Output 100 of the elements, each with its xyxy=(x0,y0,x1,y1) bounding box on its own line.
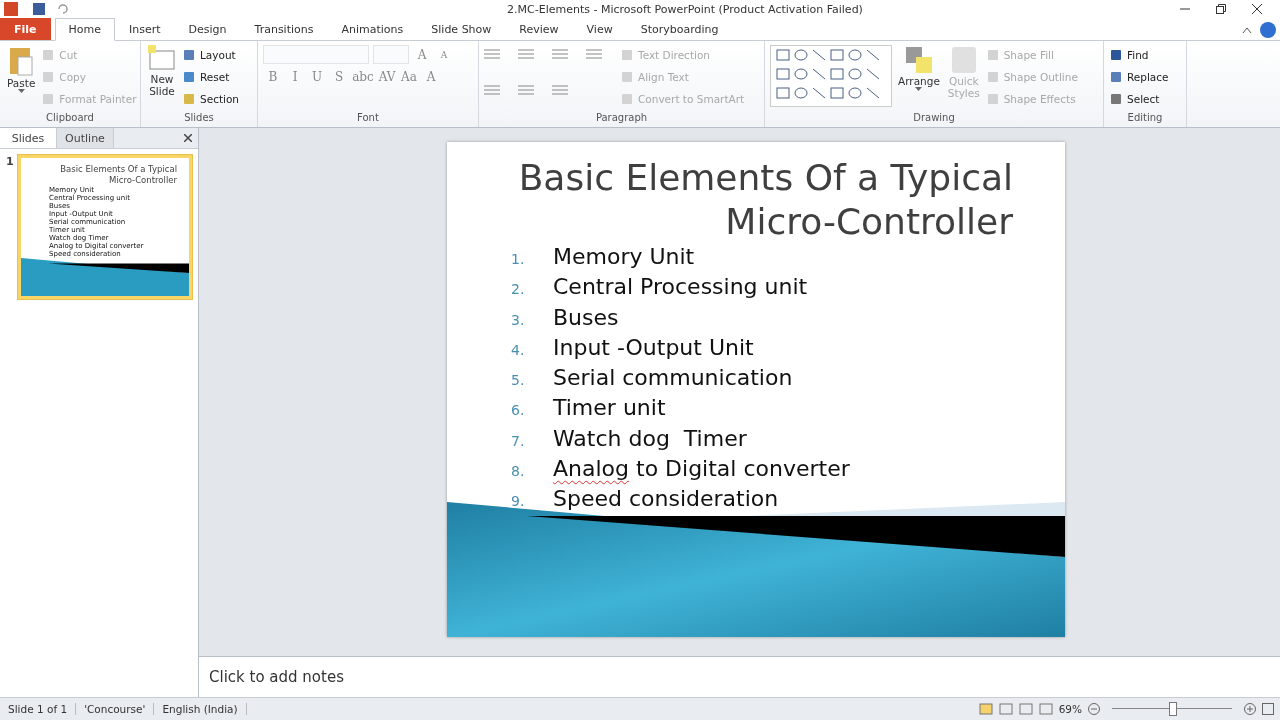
list-number: 7. xyxy=(511,432,526,449)
caret-icon xyxy=(915,87,923,91)
list-number: 5. xyxy=(511,372,526,389)
font-format-button[interactable]: Aa xyxy=(399,70,419,84)
list-number: 6. xyxy=(511,402,526,419)
list-number: 4. xyxy=(511,341,526,358)
group-label: Drawing xyxy=(912,112,956,125)
group-label: Slides xyxy=(183,112,215,125)
ribbon-tab[interactable]: Storyboarding xyxy=(626,18,733,40)
ribbon-tab[interactable]: View xyxy=(572,18,627,40)
list-item: Watch dog Timer xyxy=(553,425,747,451)
tool-icon xyxy=(985,69,1000,84)
group-label: Clipboard xyxy=(45,112,95,125)
editing-button[interactable]: Replace xyxy=(1109,67,1169,86)
shapes-gallery[interactable] xyxy=(770,45,892,107)
paragraph-icon[interactable] xyxy=(518,49,534,61)
zoom-thumb[interactable] xyxy=(1169,702,1177,716)
zoom-in-icon[interactable] xyxy=(1244,703,1256,715)
slide-number: 1 xyxy=(6,155,14,170)
font-format-button[interactable]: A xyxy=(421,70,441,84)
font-format-button[interactable]: U xyxy=(307,70,327,84)
font-format-button[interactable]: AV xyxy=(377,70,397,84)
list-item: Buses xyxy=(553,304,619,330)
app-icon xyxy=(4,2,18,16)
save-icon[interactable] xyxy=(32,2,46,16)
zoom-level[interactable]: 69% xyxy=(1058,703,1082,715)
paragraph-icon[interactable] xyxy=(552,49,568,61)
font-format-button[interactable]: abc xyxy=(351,70,375,84)
clipboard-icon xyxy=(8,45,35,77)
paragraph-icon[interactable] xyxy=(586,49,602,61)
editing-button[interactable]: Select xyxy=(1109,89,1169,108)
tool-icon xyxy=(41,91,56,106)
arrange-button[interactable]: Arrange xyxy=(896,45,942,112)
slides-button[interactable]: Section xyxy=(182,89,239,108)
shrink-font-button[interactable]: A xyxy=(435,49,453,60)
tool-icon xyxy=(41,47,56,62)
list-item: Serial communication xyxy=(553,365,793,391)
tool-icon xyxy=(985,91,1000,106)
zoom-out-icon[interactable] xyxy=(1088,703,1100,715)
slide-title: Micro-Controller xyxy=(724,200,1014,244)
list-item: Timer unit xyxy=(553,395,666,421)
thumbnail-title: Micro-Controller xyxy=(108,175,178,186)
ribbon-tab[interactable]: File xyxy=(0,18,51,40)
slide-canvas[interactable] xyxy=(447,142,1065,637)
list-number: 9. xyxy=(511,493,526,510)
tool-icon xyxy=(620,47,634,62)
paragraph-icon[interactable] xyxy=(518,84,534,97)
paste-button[interactable]: Paste xyxy=(5,45,38,112)
slides-button[interactable]: Layout xyxy=(182,45,239,64)
status-text: English (India) xyxy=(154,703,247,715)
group-label: Paragraph xyxy=(594,112,649,125)
ribbon-tab[interactable]: Slide Show xyxy=(417,18,506,40)
thumbnail-title: Basic Elements Of a Typical xyxy=(59,164,178,175)
undo-icon[interactable] xyxy=(56,2,70,16)
paragraph-icon[interactable] xyxy=(552,84,568,97)
font-size-field[interactable] xyxy=(373,45,409,64)
list-item: Speed consideration xyxy=(553,486,779,512)
fit-icon[interactable] xyxy=(1262,703,1274,715)
tool-icon xyxy=(1109,47,1123,62)
close-icon[interactable] xyxy=(184,134,192,142)
list-item: Central Processing unit xyxy=(553,274,808,300)
view-icon[interactable] xyxy=(1038,703,1053,715)
font-format-button[interactable]: S xyxy=(329,70,349,84)
ribbon-tab[interactable]: Transitions xyxy=(240,18,328,40)
panel-tab[interactable]: Outline xyxy=(57,128,114,148)
tool-icon xyxy=(182,47,196,62)
restore-icon[interactable] xyxy=(1216,4,1226,14)
font-format-button[interactable]: B xyxy=(263,70,283,84)
paragraph-icon[interactable] xyxy=(484,49,500,61)
list-number: 3. xyxy=(511,311,526,328)
tool-icon xyxy=(41,69,56,84)
new-slide-button[interactable]: New Slide xyxy=(146,45,178,112)
slide-thumbnail[interactable] xyxy=(18,155,192,299)
paragraph-icon[interactable] xyxy=(484,84,500,97)
ribbon-tab[interactable]: Home xyxy=(54,18,115,41)
slides-button[interactable]: Reset xyxy=(182,67,239,86)
view-icon[interactable] xyxy=(998,703,1013,715)
list-item: Memory Unit xyxy=(553,244,695,269)
view-icon[interactable] xyxy=(978,703,993,715)
editing-button[interactable]: Find xyxy=(1109,45,1169,64)
panel-tab[interactable]: Slides xyxy=(0,128,57,148)
view-icon[interactable] xyxy=(1018,703,1033,715)
arrange-icon xyxy=(903,45,934,75)
list-number: 2. xyxy=(511,281,526,298)
tool-icon xyxy=(620,91,634,106)
grow-font-button[interactable]: A xyxy=(413,47,431,62)
ribbon-minimize-icon[interactable] xyxy=(1242,25,1252,34)
list-number: 1. xyxy=(511,251,526,267)
tool-icon xyxy=(620,69,634,84)
close-icon[interactable] xyxy=(1252,4,1262,14)
style-icon xyxy=(949,45,978,75)
ribbon-tab[interactable]: Review xyxy=(505,18,573,40)
ribbon-tab[interactable]: Design xyxy=(174,18,241,40)
list-number: 8. xyxy=(511,463,526,480)
notes-field[interactable]: Click to add notes xyxy=(199,656,1280,697)
font-name-field[interactable] xyxy=(263,45,369,64)
font-format-button[interactable]: I xyxy=(285,70,305,84)
ribbon-tab[interactable]: Animations xyxy=(327,18,418,40)
help-icon[interactable] xyxy=(1260,21,1276,38)
ribbon-tab[interactable]: Insert xyxy=(115,18,175,40)
